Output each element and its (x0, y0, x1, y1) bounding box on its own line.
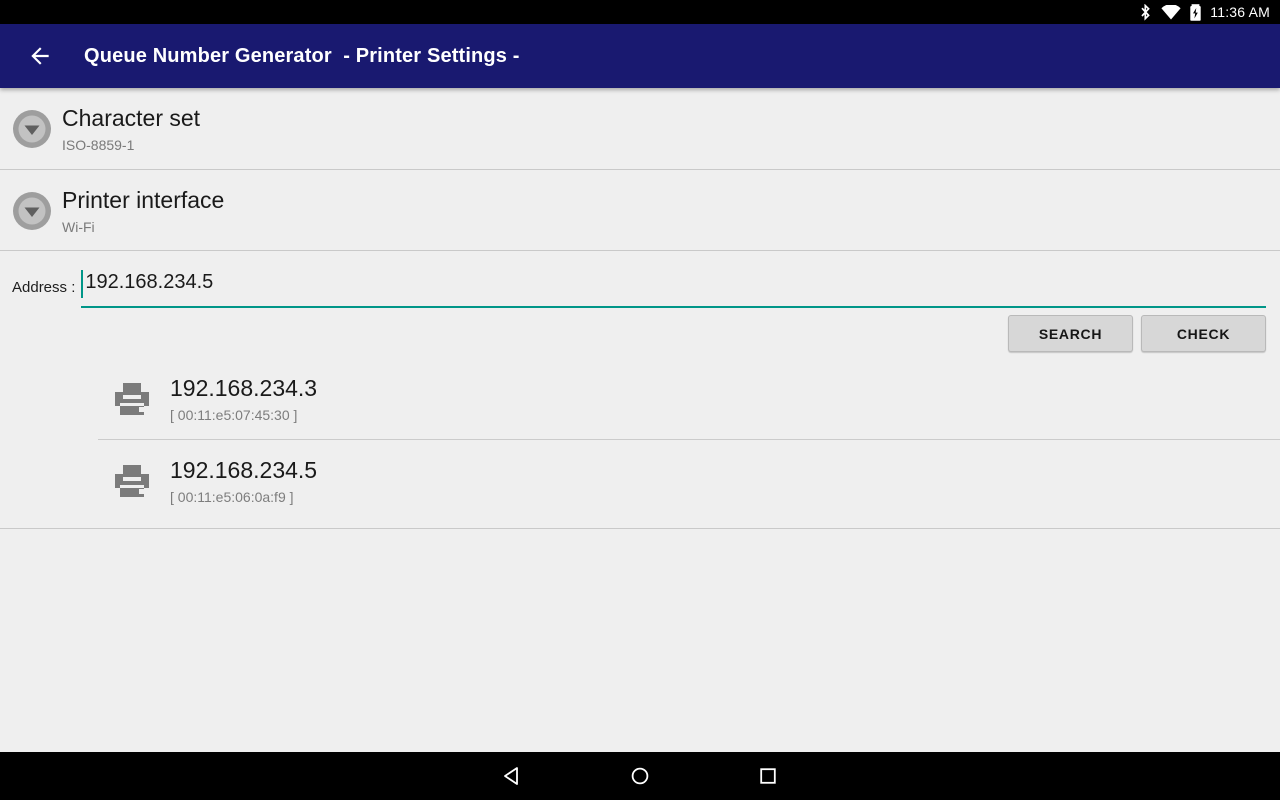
navigation-bar (0, 752, 1280, 800)
printer-text: 192.168.234.3 [ 00:11:e5:07:45:30 ] (170, 374, 317, 425)
nav-back-button[interactable] (448, 752, 576, 800)
address-label: Address : (12, 279, 76, 296)
page-title: Queue Number Generator - Printer Setting… (84, 44, 520, 67)
printer-ip: 192.168.234.5 (170, 456, 318, 483)
list-item[interactable]: 192.168.234.5 [ 00:11:e5:06:0a:f9 ] (0, 440, 1280, 522)
settings-row-text: Printer interface Wi-Fi (62, 185, 224, 237)
printer-list: 192.168.234.3 [ 00:11:e5:07:45:30 ] 192.… (0, 358, 1280, 522)
settings-row-text: Character set ISO-8859-1 (62, 103, 200, 155)
back-arrow-icon (31, 47, 49, 65)
text-caret (81, 270, 84, 298)
printer-icon (112, 461, 152, 501)
printer-ip: 192.168.234.3 (170, 374, 318, 401)
address-input[interactable] (81, 268, 1266, 300)
settings-row-title: Printer interface (62, 186, 225, 213)
chevron-down-circle-icon (12, 109, 52, 149)
nav-recents-button[interactable] (704, 752, 832, 800)
printer-mac: [ 00:11:e5:07:45:30 ] (170, 406, 298, 423)
wifi-icon (1161, 4, 1181, 20)
settings-row-character-set[interactable]: Character set ISO-8859-1 (0, 88, 1280, 169)
address-input-wrap[interactable] (81, 262, 1266, 308)
search-button[interactable]: SEARCH (1008, 315, 1133, 352)
address-section: Address : (0, 251, 1280, 308)
list-item[interactable]: 192.168.234.3 [ 00:11:e5:07:45:30 ] (0, 358, 1280, 440)
divider (0, 528, 1280, 529)
status-clock: 11:36 AM (1210, 4, 1270, 20)
settings-row-value: Wi-Fi (62, 218, 95, 235)
button-bar: SEARCH CHECK (1008, 315, 1266, 352)
chevron-down-circle-icon (12, 191, 52, 231)
nav-recents-square-icon (760, 768, 776, 784)
settings-row-title: Character set (62, 104, 201, 131)
status-bar: 11:36 AM (0, 0, 1280, 24)
settings-row-value: ISO-8859-1 (62, 136, 135, 153)
printer-mac: [ 00:11:e5:06:0a:f9 ] (170, 488, 294, 505)
nav-home-button[interactable] (576, 752, 704, 800)
app-screen: 11:36 AM Queue Number Generator - Printe… (0, 0, 1280, 800)
printer-text: 192.168.234.5 [ 00:11:e5:06:0a:f9 ] (170, 456, 317, 507)
check-button[interactable]: CHECK (1141, 315, 1266, 352)
nav-back-triangle-icon (504, 767, 518, 785)
battery-charging-icon (1190, 3, 1201, 21)
bluetooth-icon (1139, 3, 1152, 21)
settings-row-printer-interface[interactable]: Printer interface Wi-Fi (0, 170, 1280, 251)
nav-home-circle-icon (631, 767, 649, 785)
printer-icon (112, 379, 152, 419)
back-button[interactable] (12, 28, 68, 84)
app-bar: Queue Number Generator - Printer Setting… (0, 24, 1280, 88)
